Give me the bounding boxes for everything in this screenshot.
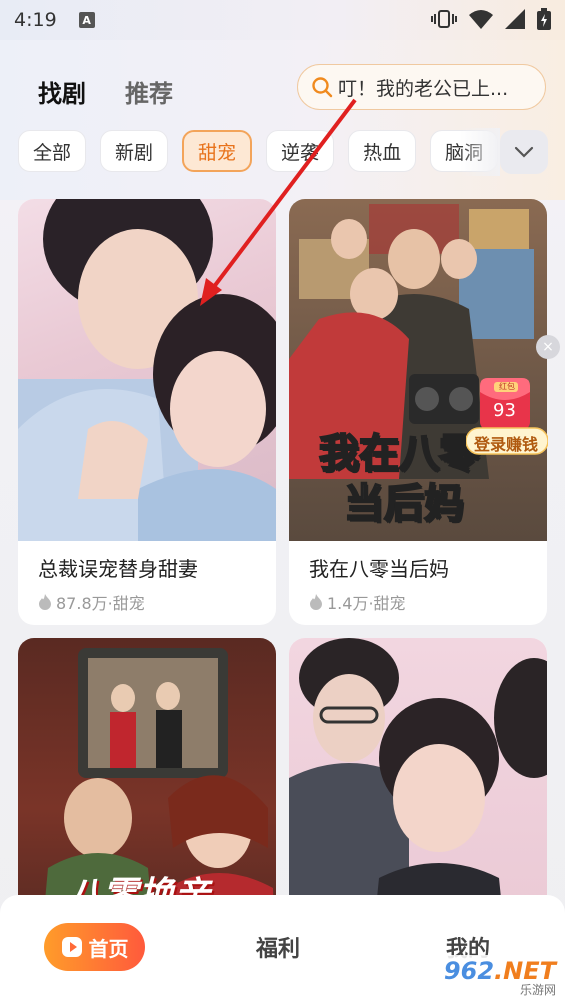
flame-icon: [310, 594, 322, 610]
play-icon: [61, 937, 82, 957]
search-icon: [312, 77, 333, 98]
flame-icon: [39, 594, 51, 610]
watermark-brand-b: .NET: [494, 956, 556, 985]
chip-fade: [460, 128, 500, 176]
chip-comeback[interactable]: 逆袭: [266, 130, 335, 172]
category-chips: 全部 新剧 甜宠 逆袭 热血 脑洞: [18, 130, 499, 174]
reward-count: 93: [493, 400, 516, 421]
nav-home-button[interactable]: 首页: [44, 923, 145, 971]
drama-meta: 87.8万·甜宠: [18, 582, 276, 614]
drama-card[interactable]: 总裁误宠替身甜妻 87.8万·甜宠: [18, 199, 276, 625]
chip-all[interactable]: 全部: [18, 130, 87, 172]
chevron-down-icon: [514, 146, 534, 158]
status-bar: 4:19 A: [0, 0, 565, 40]
nav-welfare[interactable]: 福利: [256, 931, 300, 963]
login-reward-widget[interactable]: 红包 93 登录赚钱: [465, 378, 549, 458]
watermark-sub: 乐游网: [519, 982, 556, 997]
top-header: 找剧 推荐 叮！我的老公已上...: [0, 60, 565, 120]
signal-icon: [505, 9, 525, 29]
notification-icon: A: [78, 12, 95, 28]
status-time: 4:19: [14, 9, 57, 31]
expand-categories-button[interactable]: [500, 130, 548, 174]
tab-find-drama[interactable]: 找剧: [38, 74, 86, 109]
search-bar[interactable]: 叮！我的老公已上...: [297, 64, 546, 110]
poster-title-line-2: 当后妈: [343, 480, 465, 528]
wifi-icon: [469, 10, 493, 29]
tab-recommend[interactable]: 推荐: [125, 74, 173, 109]
close-icon: ×: [542, 339, 554, 355]
poster-illustration: [18, 199, 276, 541]
chip-passion[interactable]: 热血: [348, 130, 417, 172]
drama-title: 总裁误宠替身甜妻: [38, 557, 198, 581]
drama-views-genre: 1.4万·甜宠: [327, 594, 406, 613]
site-watermark: 962.NET 乐游网: [425, 955, 560, 1000]
drama-meta: 1.4万·甜宠: [289, 582, 547, 614]
reward-close-button[interactable]: ×: [536, 335, 560, 359]
nav-home-label: 首页: [88, 936, 129, 961]
watermark-logo: 962.NET: [444, 959, 556, 983]
chip-sweet[interactable]: 甜宠: [182, 130, 253, 172]
drama-poster: [18, 199, 276, 541]
reward-label: 登录赚钱: [474, 435, 539, 454]
chip-new[interactable]: 新剧: [100, 130, 169, 172]
vibrate-icon: [431, 10, 457, 28]
search-placeholder: 叮！我的老公已上...: [338, 77, 509, 100]
drama-title: 我在八零当后妈: [309, 557, 449, 581]
watermark-brand-a: 962: [443, 956, 495, 985]
battery-icon: [537, 8, 551, 30]
drama-poster: 我在八零 当后妈: [289, 199, 547, 541]
drama-views-genre: 87.8万·甜宠: [56, 594, 145, 613]
reward-tag: 红包: [499, 382, 515, 391]
